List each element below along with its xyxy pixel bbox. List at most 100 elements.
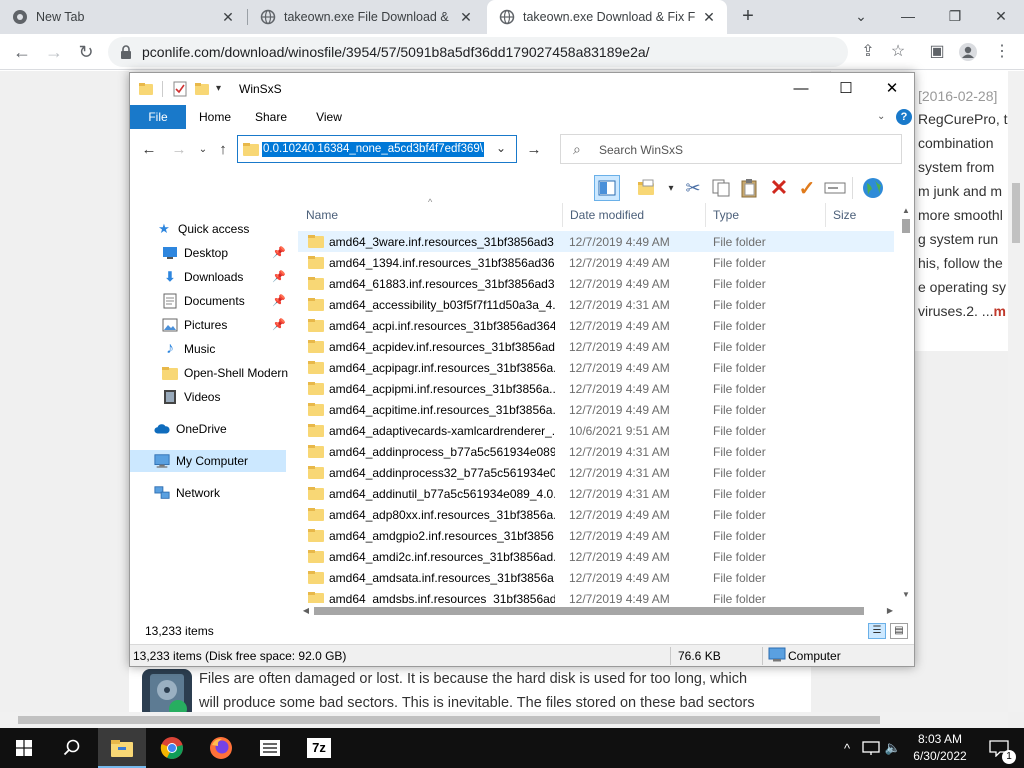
table-row[interactable]: amd64_accessibility_b03f5f7f11d50a3a_4..…: [298, 294, 894, 315]
nav-videos[interactable]: Videos: [130, 386, 288, 408]
page-horizontal-scrollbar[interactable]: [0, 712, 1008, 728]
chrome-icon[interactable]: [148, 728, 196, 768]
checkmark-icon[interactable]: ✓: [794, 175, 820, 201]
tab-takeown-file-download[interactable]: takeown.exe File Download & Fix ✕: [248, 0, 484, 34]
expand-ribbon-icon[interactable]: ⌄: [877, 111, 885, 122]
close-tab-icon[interactable]: ✕: [701, 9, 717, 25]
nav-quick-access[interactable]: ★ Quick access: [130, 218, 288, 240]
table-row[interactable]: amd64_addinprocess32_b77a5c561934e0... 12…: [298, 462, 894, 483]
pin-icon[interactable]: 📌: [272, 270, 286, 283]
tab-view[interactable]: View: [306, 105, 352, 129]
copy-icon[interactable]: [708, 175, 734, 201]
table-row[interactable]: amd64_acpipagr.inf.resources_31bf3856a..…: [298, 357, 894, 378]
system-clock[interactable]: 8:03 AM 6/30/2022: [896, 731, 984, 765]
maximize-icon[interactable]: ☐: [823, 73, 869, 105]
cut-icon[interactable]: ✂: [680, 175, 706, 201]
tab-share[interactable]: Share: [248, 105, 294, 129]
chevron-up-icon[interactable]: ^: [838, 728, 856, 768]
forward-arrow-icon[interactable]: →: [168, 139, 190, 161]
share-icon[interactable]: ⇪: [858, 42, 878, 62]
restore-icon[interactable]: ❐: [932, 2, 978, 30]
pin-icon[interactable]: 📌: [272, 294, 286, 307]
new-folder-icon[interactable]: [194, 81, 210, 97]
nav-pictures[interactable]: Pictures 📌: [130, 314, 288, 336]
start-icon[interactable]: [0, 728, 48, 768]
more-link[interactable]: m: [993, 303, 1005, 319]
sidebar-icon[interactable]: ▣: [927, 42, 947, 62]
scroll-down-icon[interactable]: ▼: [898, 587, 914, 603]
delete-icon[interactable]: ✕: [766, 175, 792, 201]
table-row[interactable]: amd64_acpipmi.inf.resources_31bf3856a...…: [298, 378, 894, 399]
star-icon[interactable]: ☆: [888, 42, 908, 62]
minimize-icon[interactable]: —: [885, 2, 931, 30]
table-row[interactable]: amd64_acpitime.inf.resources_31bf3856a..…: [298, 399, 894, 420]
chevron-down-icon[interactable]: ⌄: [838, 2, 884, 30]
table-row[interactable]: amd64_acpidev.inf.resources_31bf3856ad..…: [298, 336, 894, 357]
file-explorer-icon[interactable]: [98, 728, 146, 768]
nav-desktop[interactable]: Desktop 📌: [130, 242, 288, 264]
network-icon[interactable]: [860, 728, 882, 768]
details-view-icon[interactable]: ☰: [868, 623, 886, 639]
table-row[interactable]: amd64_adp80xx.inf.resources_31bf3856a...…: [298, 504, 894, 525]
close-tab-icon[interactable]: ✕: [458, 9, 474, 25]
column-header-date-modified[interactable]: Date modified: [562, 203, 702, 227]
file-list-vertical-scrollbar[interactable]: ▲ ▼: [898, 203, 914, 603]
table-row[interactable]: amd64_3ware.inf.resources_31bf3856ad3...…: [298, 231, 894, 252]
table-row[interactable]: amd64_acpi.inf.resources_31bf3856ad364..…: [298, 315, 894, 336]
scroll-right-icon[interactable]: ▶: [882, 603, 898, 619]
7zip-icon[interactable]: 7z: [295, 728, 343, 768]
table-row[interactable]: amd64_61883.inf.resources_31bf3856ad3...…: [298, 273, 894, 294]
back-arrow-icon[interactable]: ←: [138, 139, 160, 161]
go-arrow-icon[interactable]: →: [523, 139, 545, 161]
nav-network[interactable]: Network: [130, 482, 288, 504]
scrollbar-thumb[interactable]: [1012, 183, 1020, 243]
table-row[interactable]: amd64_amdsbs.inf.resources_31bf3856ad...…: [298, 588, 894, 603]
rename-icon[interactable]: [822, 175, 848, 201]
table-row[interactable]: amd64_addinprocess_b77a5c561934e089.... 1…: [298, 441, 894, 462]
customize-qa-icon[interactable]: ▾: [216, 81, 232, 97]
reload-icon[interactable]: ↻: [74, 40, 98, 64]
notification-icon[interactable]: 1: [982, 728, 1016, 768]
close-tab-icon[interactable]: ✕: [220, 9, 236, 25]
new-tab-button[interactable]: +: [736, 5, 760, 29]
search-box[interactable]: ⌕: [560, 134, 902, 164]
preview-pane-icon[interactable]: [594, 175, 620, 201]
list-app-icon[interactable]: [246, 728, 294, 768]
page-vertical-scrollbar[interactable]: [1008, 71, 1024, 712]
scroll-up-icon[interactable]: ▲: [898, 203, 914, 219]
tab-new-tab[interactable]: New Tab ✕: [0, 0, 246, 34]
firefox-icon[interactable]: [197, 728, 245, 768]
table-row[interactable]: amd64_amdgpio2.inf.resources_31bf3856...…: [298, 525, 894, 546]
large-icons-view-icon[interactable]: ▤: [890, 623, 908, 639]
search-input[interactable]: [599, 141, 889, 159]
nav-music[interactable]: ♪ Music: [130, 338, 288, 360]
forward-arrow-icon[interactable]: →: [42, 40, 66, 64]
pin-icon[interactable]: 📌: [272, 246, 286, 259]
paste-icon[interactable]: [736, 175, 762, 201]
scrollbar-thumb[interactable]: [314, 607, 864, 615]
address-bar[interactable]: pconlife.com/download/winosfile/3954/57/…: [108, 37, 848, 67]
minimize-icon[interactable]: —: [778, 73, 824, 105]
tab-home[interactable]: Home: [192, 105, 238, 129]
scrollbar-thumb[interactable]: [18, 716, 880, 724]
table-row[interactable]: amd64_amdsata.inf.resources_31bf3856a...…: [298, 567, 894, 588]
explorer-title-bar[interactable]: ▾ WinSxS — ☐ ✕: [130, 73, 914, 105]
file-list-horizontal-scrollbar[interactable]: ◀ ▶: [298, 603, 898, 619]
tab-file[interactable]: File: [130, 105, 186, 129]
close-icon[interactable]: ✕: [978, 2, 1024, 30]
table-row[interactable]: amd64_adaptivecards-xamlcardrenderer_...…: [298, 420, 894, 441]
recent-locations-icon[interactable]: ⌄: [192, 139, 214, 161]
table-row[interactable]: amd64_1394.inf.resources_31bf3856ad36...…: [298, 252, 894, 273]
chevron-down-icon[interactable]: ⌄: [496, 141, 506, 155]
explorer-address-bar[interactable]: 0.0.10240.16384_none_a5cd3bf4f7edf369\ ⌄: [237, 135, 517, 163]
nav-onedrive[interactable]: OneDrive: [130, 418, 288, 440]
nav-my-computer[interactable]: My Computer: [130, 450, 286, 472]
close-icon[interactable]: ✕: [869, 73, 914, 105]
column-header-size[interactable]: Size: [825, 203, 895, 227]
nav-documents[interactable]: Documents 📌: [130, 290, 288, 312]
back-arrow-icon[interactable]: ←: [10, 40, 34, 64]
column-header-name[interactable]: Name: [298, 203, 554, 227]
profile-icon[interactable]: [958, 42, 978, 62]
tab-takeown-download-fix[interactable]: takeown.exe Download & Fix For ✕: [487, 0, 727, 34]
scroll-left-icon[interactable]: ◀: [298, 603, 314, 619]
